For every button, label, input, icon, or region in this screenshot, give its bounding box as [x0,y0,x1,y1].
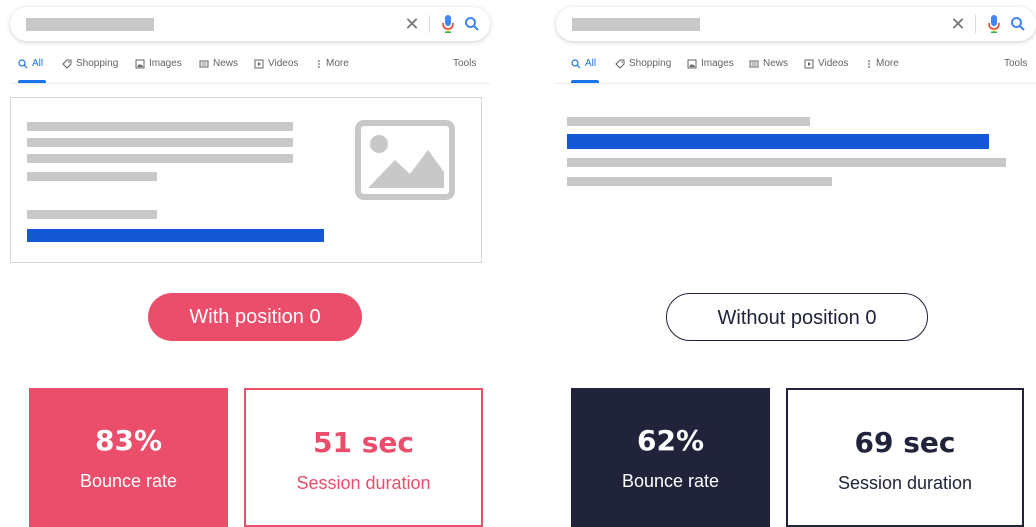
search-icon[interactable] [464,16,480,32]
newspaper-icon [199,60,209,67]
tab-shopping[interactable]: Shopping [62,58,118,69]
more-vert-icon [318,59,320,68]
with-position-0-label: With position 0 [148,293,362,341]
search-divider [429,15,430,33]
without-position-0-panel: ✕ All Shopping Images News Videos More T… [548,0,1036,527]
tools-button[interactable]: Tools [1004,58,1027,69]
tag-icon [615,59,625,69]
tab-label: Shopping [629,58,672,69]
search-tabs: All Shopping Images News Videos More Too… [18,58,478,74]
result-text-line [567,158,1006,167]
tab-images[interactable]: Images [687,58,734,69]
tab-label: Videos [268,58,299,69]
tab-more[interactable]: More [866,58,899,69]
tab-label: All [585,58,597,69]
tabs-divider [556,83,1036,84]
session-duration-value: 51 sec [313,426,414,459]
search-icon [18,58,28,68]
search-query-placeholder[interactable] [26,18,154,31]
tab-label: News [763,58,789,69]
tab-news[interactable]: News [749,58,788,69]
bounce-rate-value: 83% [94,424,163,457]
search-bar[interactable]: ✕ [10,7,490,41]
tools-label: Tools [453,58,477,69]
result-url-line [567,117,810,126]
tools-button[interactable]: Tools [453,58,476,69]
more-vert-icon [868,59,870,68]
session-duration-value: 69 sec [854,426,956,459]
tab-all[interactable]: All [571,58,596,69]
result-title-link[interactable] [567,134,989,149]
session-duration-label: Session duration [296,473,431,493]
tab-label: Images [149,58,182,69]
with-position-0-panel: ✕ All Shopping Images News Videos More T… [0,0,510,527]
newspaper-icon [749,60,759,67]
result-text-line [567,177,832,186]
tag-icon [62,59,72,69]
tab-label: More [326,58,349,69]
tab-shopping[interactable]: Shopping [615,58,671,69]
bounce-rate-value: 62% [636,424,705,457]
snippet-text-line [27,172,157,181]
without-position-0-label: Without position 0 [666,293,928,341]
search-bar[interactable]: ✕ [556,7,1036,41]
bounce-rate-label: Bounce rate [79,471,178,491]
microphone-icon[interactable] [441,14,455,34]
snippet-text-line [27,138,293,147]
tab-label: Images [701,58,734,69]
snippet-url-line [27,210,157,219]
tabs-divider [10,83,490,84]
session-duration-stat: 51 sec Session duration [244,388,483,527]
snippet-text-line [27,154,293,163]
search-tabs: All Shopping Images News Videos More Too… [571,58,1031,74]
tab-videos[interactable]: Videos [254,58,298,69]
session-duration-stat: 69 sec Session duration [786,388,1024,527]
search-icon [571,58,581,68]
play-icon [254,59,264,68]
search-query-placeholder[interactable] [572,18,700,31]
featured-snippet-card[interactable] [10,97,482,263]
tab-images[interactable]: Images [135,58,182,69]
search-icon[interactable] [1010,16,1026,32]
image-icon [135,59,145,68]
microphone-icon[interactable] [987,14,1001,34]
tab-label: All [32,58,44,69]
tab-label: News [213,58,239,69]
image-placeholder-icon [355,120,455,200]
close-icon[interactable]: ✕ [404,14,420,34]
snippet-text-line [27,122,293,131]
tab-label: Videos [818,58,849,69]
image-icon [687,59,697,68]
bounce-rate-stat: 83% Bounce rate [29,388,228,527]
tools-label: Tools [1004,58,1028,69]
session-duration-label: Session duration [837,473,973,493]
tab-all[interactable]: All [18,58,43,69]
close-icon[interactable]: ✕ [950,14,966,34]
tab-label: Shopping [76,58,119,69]
tab-videos[interactable]: Videos [804,58,848,69]
bounce-rate-label: Bounce rate [621,471,720,491]
bounce-rate-stat: 62% Bounce rate [571,388,770,527]
search-divider [975,15,976,33]
play-icon [804,59,814,68]
snippet-title-link[interactable] [27,229,324,242]
tab-more[interactable]: More [316,58,349,69]
tab-label: More [876,58,899,69]
tab-news[interactable]: News [199,58,238,69]
